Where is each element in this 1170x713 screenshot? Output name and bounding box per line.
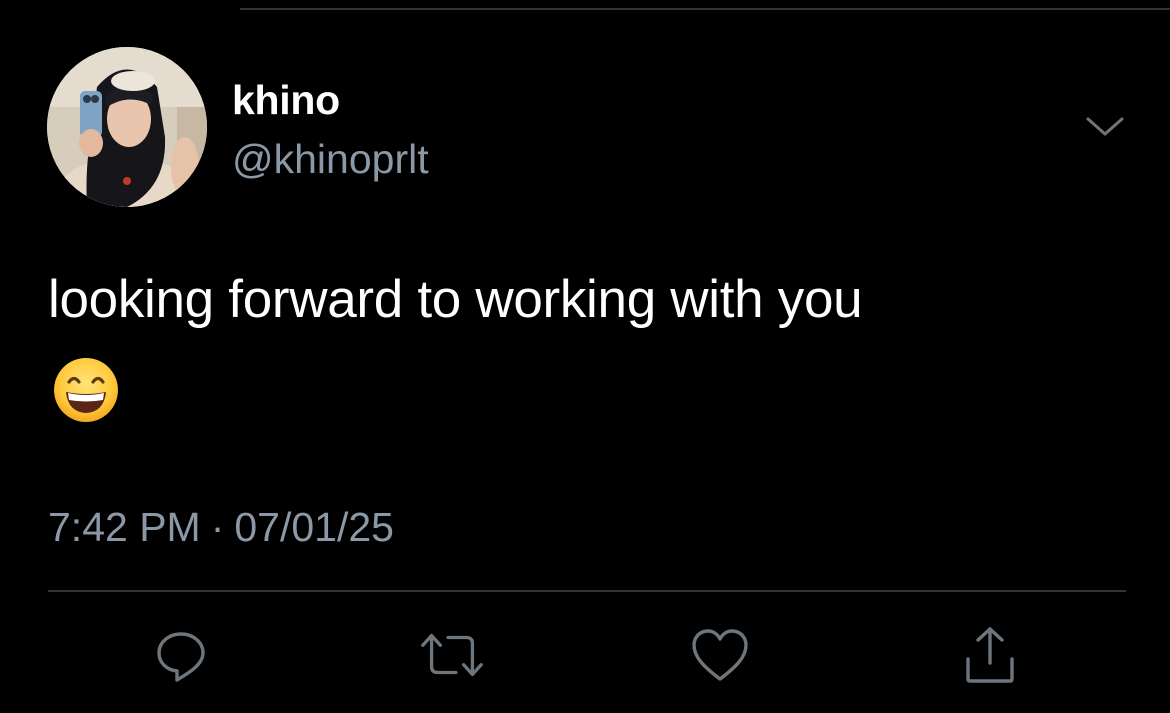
tweet-date: 07/01/25 [234, 504, 394, 550]
share-icon [966, 627, 1014, 683]
tweet-time: 7:42 PM [48, 504, 201, 550]
timestamp-separator: · [210, 504, 225, 550]
chevron-down-icon[interactable] [1082, 110, 1128, 144]
like-button[interactable] [685, 620, 755, 690]
bottom-divider [48, 590, 1126, 592]
profile-photo [47, 47, 207, 207]
top-divider [240, 8, 1170, 10]
avatar[interactable] [47, 47, 207, 207]
tweet-text: looking forward to working with you [48, 270, 863, 329]
share-button[interactable] [955, 620, 1025, 690]
heart-icon [692, 629, 748, 681]
display-name[interactable]: khino [232, 76, 340, 124]
reply-button[interactable] [146, 620, 216, 690]
reply-icon [157, 632, 205, 682]
retweet-button[interactable] [417, 620, 487, 690]
retweet-icon [421, 633, 483, 677]
user-handle[interactable]: @khinoprlt [232, 135, 429, 183]
tweet-timestamp[interactable]: 7:42 PM · 07/01/25 [48, 503, 394, 551]
grinning-face-emoji [52, 356, 120, 424]
